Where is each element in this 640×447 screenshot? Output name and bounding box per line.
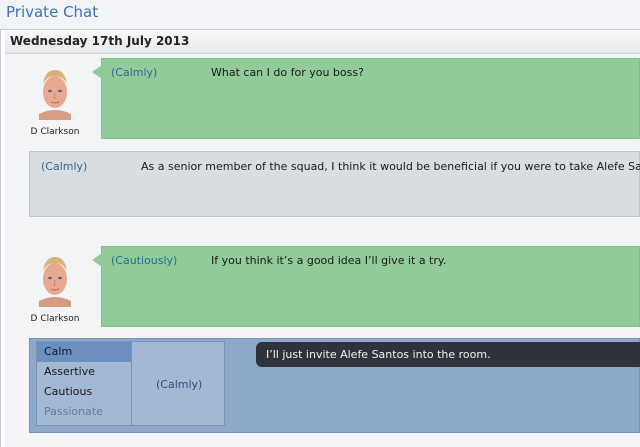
player-message-bubble: (Cautiously) If you think it’s a good id… bbox=[92, 246, 640, 327]
message-text: If you think it’s a good idea I’ll give … bbox=[211, 254, 447, 267]
tone-option-cautious[interactable]: Cautious bbox=[37, 382, 131, 402]
window-title: Private Chat bbox=[6, 3, 99, 21]
player-message-bubble: (Calmly) What can I do for you boss? bbox=[92, 58, 640, 139]
message-tone: (Cautiously) bbox=[111, 254, 178, 267]
manager-message-bubble: (Calmly) As a senior member of the squad… bbox=[29, 151, 640, 217]
date-header: Wednesday 17th July 2013 bbox=[5, 30, 640, 54]
player-avatar-block: D Clarkson bbox=[20, 64, 90, 137]
tone-option-calm[interactable]: Calm bbox=[37, 342, 131, 362]
tone-preview-text: (Calmly) bbox=[156, 378, 203, 391]
tone-option-passionate[interactable]: Passionate bbox=[37, 402, 131, 422]
avatar[interactable] bbox=[33, 251, 77, 307]
tone-selector-list: Calm Assertive Cautious Passionate bbox=[36, 341, 132, 426]
message-text: What can I do for you boss? bbox=[211, 66, 364, 79]
player-avatar-block: D Clarkson bbox=[20, 251, 90, 324]
message-tone: (Calmly) bbox=[111, 66, 158, 79]
tone-preview: (Calmly) bbox=[131, 341, 225, 426]
reply-option-button[interactable]: I’ll just invite Alefe Santos into the r… bbox=[256, 342, 640, 367]
tone-option-assertive[interactable]: Assertive bbox=[37, 362, 131, 382]
speaker-name: D Clarkson bbox=[30, 314, 80, 324]
speaker-name: D Clarkson bbox=[30, 127, 80, 137]
avatar[interactable] bbox=[33, 64, 77, 120]
date-label: Wednesday 17th July 2013 bbox=[10, 34, 190, 48]
reply-option-text: I’ll just invite Alefe Santos into the r… bbox=[266, 348, 491, 361]
private-chat-window: Private Chat Wednesday 17th July 2013 D … bbox=[0, 0, 640, 447]
message-text: As a senior member of the squad, I think… bbox=[141, 160, 640, 173]
message-tone: (Calmly) bbox=[41, 160, 88, 173]
